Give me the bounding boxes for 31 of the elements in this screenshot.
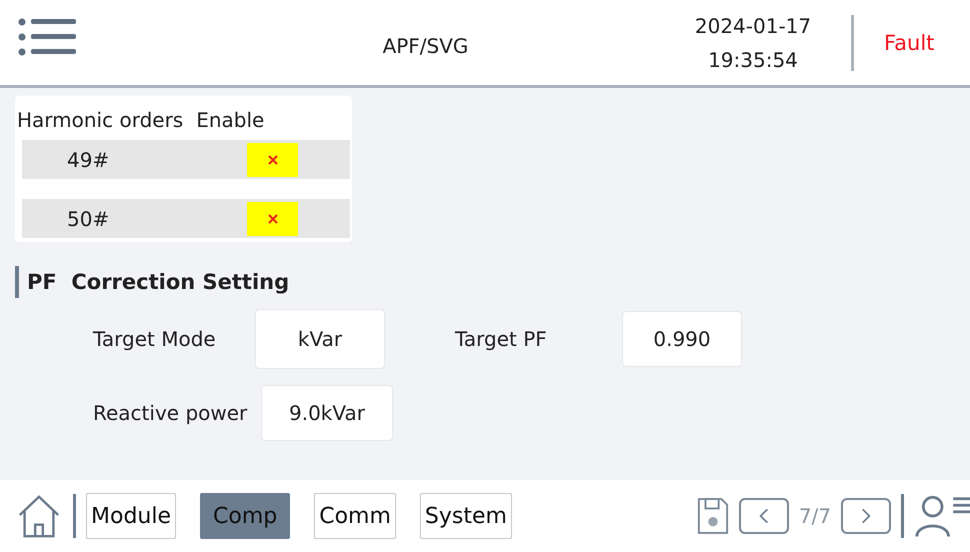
table-cell-text: 49#	[66, 148, 110, 172]
mode-field[interactable]: kVar	[255, 309, 385, 369]
field-label: Target PF	[454, 327, 548, 351]
cross-icon	[266, 212, 278, 224]
column-header: Harmonic orders	[17, 108, 184, 132]
status-text: Fault	[884, 30, 936, 54]
pf-field[interactable]: 0.990	[622, 311, 742, 367]
nav-tab[interactable]: Comp	[200, 493, 290, 539]
right-chevron-icon	[861, 507, 871, 525]
section-title: PF Correction Setting	[15, 266, 970, 298]
nav-tab[interactable]: System	[420, 493, 512, 539]
page-indicator: 7/7	[798, 504, 831, 528]
left-chevron-icon	[758, 507, 769, 525]
field-label: Target Mode	[92, 327, 217, 351]
previous-page-button[interactable]	[738, 498, 789, 534]
power-field[interactable]: 9.0kVar	[261, 385, 393, 441]
table-cell-text: 50#	[66, 206, 110, 230]
page-title: APF/SVG	[382, 34, 470, 58]
menu-icon[interactable]	[18, 16, 78, 56]
save-icon[interactable]	[696, 497, 729, 535]
enable-toggle[interactable]	[247, 202, 298, 236]
column-header: Enable	[196, 108, 264, 132]
field-label: Reactive power	[92, 401, 248, 425]
enable-toggle[interactable]	[247, 142, 298, 176]
time-text: 19:35:54	[708, 48, 798, 72]
cross-icon	[266, 154, 278, 166]
user-menu-icon[interactable]	[914, 494, 970, 538]
next-page-button[interactable]	[841, 498, 891, 534]
nav-tab[interactable]: Comm	[314, 493, 396, 539]
nav-tab[interactable]: Module	[86, 493, 176, 539]
date-text: 2024-01-17	[694, 14, 812, 38]
